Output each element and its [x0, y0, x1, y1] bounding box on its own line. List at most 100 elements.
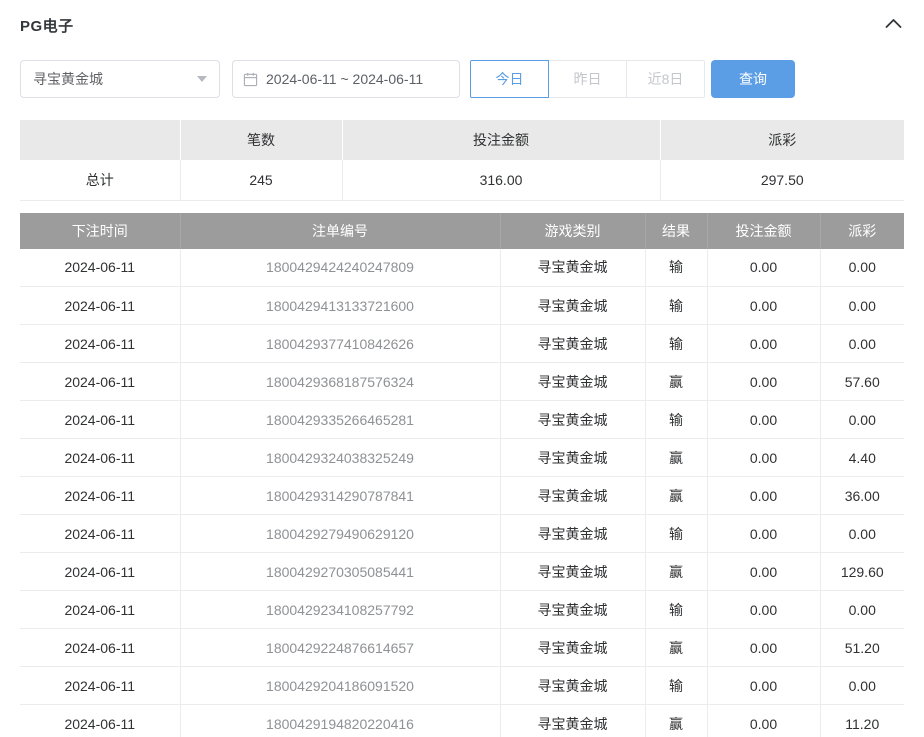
chevron-up-icon [885, 16, 902, 34]
bet-time-cell: 2024-06-11 [20, 401, 180, 439]
bet-amount-cell: 0.00 [707, 515, 820, 553]
game-select[interactable]: 寻宝黄金城 [20, 60, 220, 98]
summary-header-empty [20, 120, 180, 160]
table-row: 2024-06-111800429424240247809寻宝黄金城输0.000… [20, 249, 904, 287]
result-cell: 赢 [645, 705, 707, 737]
payout-cell: 0.00 [820, 325, 904, 363]
table-row: 2024-06-111800429314290787841寻宝黄金城赢0.003… [20, 477, 904, 515]
bet-time-cell: 2024-06-11 [20, 287, 180, 325]
order-id-cell: 1800429279490629120 [180, 515, 500, 553]
filter-row: 寻宝黄金城 2024-06-11 ~ 2024-06-11 今日 昨日 近8日 … [20, 60, 904, 98]
search-button[interactable]: 查询 [711, 60, 795, 98]
summary-bet-amount-value: 316.00 [342, 160, 660, 200]
quick-range-last8days-button[interactable]: 近8日 [626, 60, 705, 98]
result-cell: 赢 [645, 553, 707, 591]
date-range-value: 2024-06-11 ~ 2024-06-11 [266, 71, 423, 87]
bet-amount-cell: 0.00 [707, 249, 820, 287]
table-row: 2024-06-111800429279490629120寻宝黄金城输0.000… [20, 515, 904, 553]
summary-payout-value: 297.50 [660, 160, 904, 200]
order-id-cell: 1800429234108257792 [180, 591, 500, 629]
table-row: 2024-06-111800429413133721600寻宝黄金城输0.000… [20, 287, 904, 325]
payout-cell: 4.40 [820, 439, 904, 477]
table-row: 2024-06-111800429324038325249寻宝黄金城赢0.004… [20, 439, 904, 477]
payout-cell: 11.20 [820, 705, 904, 737]
bet-amount-cell: 0.00 [707, 439, 820, 477]
column-header-bet-time: 下注时间 [20, 213, 180, 249]
game-category-cell: 寻宝黄金城 [500, 553, 645, 591]
order-id-cell: 1800429368187576324 [180, 363, 500, 401]
pg-panel: PG电子 寻宝黄金城 2024-06-11 ~ 2024-06-11 今日 昨日… [0, 0, 924, 737]
bet-amount-cell: 0.00 [707, 553, 820, 591]
table-row: 2024-06-111800429377410842626寻宝黄金城输0.000… [20, 325, 904, 363]
bet-time-cell: 2024-06-11 [20, 439, 180, 477]
payout-cell: 0.00 [820, 401, 904, 439]
summary-header-row: 笔数 投注金额 派彩 [20, 120, 904, 160]
bet-time-cell: 2024-06-11 [20, 515, 180, 553]
bet-amount-cell: 0.00 [707, 591, 820, 629]
summary-table: 笔数 投注金额 派彩 总计 245 316.00 297.50 [20, 120, 904, 201]
payout-cell: 129.60 [820, 553, 904, 591]
game-category-cell: 寻宝黄金城 [500, 629, 645, 667]
table-row: 2024-06-111800429270305085441寻宝黄金城赢0.001… [20, 553, 904, 591]
date-range-input[interactable]: 2024-06-11 ~ 2024-06-11 [232, 60, 460, 98]
bet-amount-cell: 0.00 [707, 287, 820, 325]
summary-header-bet-amount: 投注金额 [342, 120, 660, 160]
bet-time-cell: 2024-06-11 [20, 325, 180, 363]
chevron-down-icon [197, 76, 207, 82]
order-id-cell: 1800429377410842626 [180, 325, 500, 363]
column-header-order-id: 注单编号 [180, 213, 500, 249]
order-id-cell: 1800429270305085441 [180, 553, 500, 591]
result-cell: 赢 [645, 477, 707, 515]
column-header-game-category: 游戏类别 [500, 213, 645, 249]
bet-time-cell: 2024-06-11 [20, 249, 180, 287]
payout-cell: 51.20 [820, 629, 904, 667]
bets-table-body: 2024-06-111800429424240247809寻宝黄金城输0.000… [20, 249, 904, 737]
order-id-cell: 1800429324038325249 [180, 439, 500, 477]
summary-total-row: 总计 245 316.00 297.50 [20, 160, 904, 200]
summary-header-payout: 派彩 [660, 120, 904, 160]
result-cell: 输 [645, 287, 707, 325]
order-id-cell: 1800429413133721600 [180, 287, 500, 325]
quick-range-today-button[interactable]: 今日 [470, 60, 549, 98]
result-cell: 输 [645, 325, 707, 363]
calendar-icon [243, 72, 258, 87]
order-id-cell: 1800429314290787841 [180, 477, 500, 515]
column-header-payout: 派彩 [820, 213, 904, 249]
result-cell: 输 [645, 401, 707, 439]
bet-time-cell: 2024-06-11 [20, 591, 180, 629]
result-cell: 输 [645, 515, 707, 553]
bet-time-cell: 2024-06-11 [20, 553, 180, 591]
payout-cell: 0.00 [820, 667, 904, 705]
payout-cell: 57.60 [820, 363, 904, 401]
bets-table-head-row: 下注时间注单编号游戏类别结果投注金额派彩 [20, 213, 904, 249]
game-category-cell: 寻宝黄金城 [500, 591, 645, 629]
order-id-cell: 1800429224876614657 [180, 629, 500, 667]
result-cell: 输 [645, 667, 707, 705]
summary-count-value: 245 [180, 160, 342, 200]
game-category-cell: 寻宝黄金城 [500, 515, 645, 553]
bet-time-cell: 2024-06-11 [20, 363, 180, 401]
result-cell: 赢 [645, 363, 707, 401]
bet-amount-cell: 0.00 [707, 401, 820, 439]
bet-amount-cell: 0.00 [707, 629, 820, 667]
game-category-cell: 寻宝黄金城 [500, 325, 645, 363]
game-category-cell: 寻宝黄金城 [500, 439, 645, 477]
summary-total-label: 总计 [20, 160, 180, 200]
bet-time-cell: 2024-06-11 [20, 705, 180, 737]
panel-header: PG电子 [20, 14, 904, 36]
payout-cell: 0.00 [820, 515, 904, 553]
game-select-value: 寻宝黄金城 [33, 69, 103, 89]
result-cell: 输 [645, 591, 707, 629]
payout-cell: 36.00 [820, 477, 904, 515]
collapse-panel-button[interactable] [883, 14, 904, 36]
bets-table: 下注时间注单编号游戏类别结果投注金额派彩 2024-06-11180042942… [20, 213, 904, 737]
quick-range-yesterday-button[interactable]: 昨日 [548, 60, 627, 98]
game-category-cell: 寻宝黄金城 [500, 705, 645, 737]
game-category-cell: 寻宝黄金城 [500, 287, 645, 325]
game-category-cell: 寻宝黄金城 [500, 249, 645, 287]
order-id-cell: 1800429204186091520 [180, 667, 500, 705]
payout-cell: 0.00 [820, 249, 904, 287]
order-id-cell: 1800429424240247809 [180, 249, 500, 287]
bet-time-cell: 2024-06-11 [20, 667, 180, 705]
bet-amount-cell: 0.00 [707, 477, 820, 515]
